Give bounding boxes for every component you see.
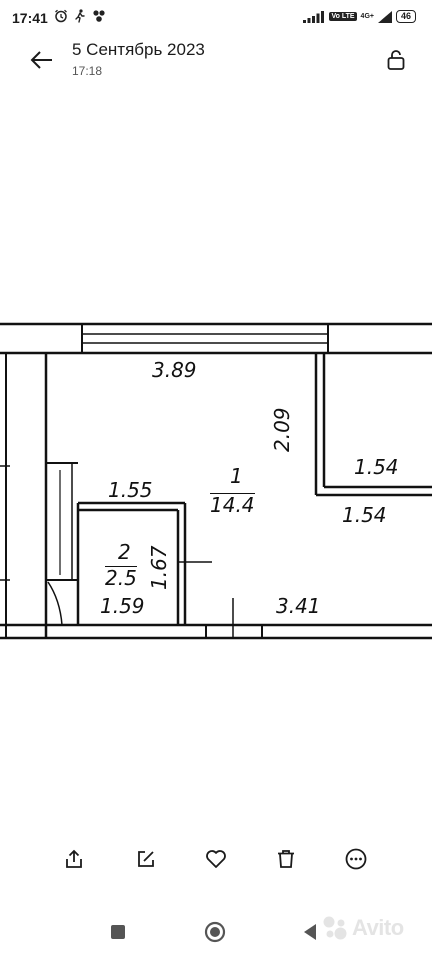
network-label: 4G+: [360, 13, 374, 20]
bottom-toolbar: [0, 836, 432, 882]
room1-area: 14.4: [210, 493, 255, 517]
dim-bottom-width: 3.41: [276, 594, 321, 618]
dim-closet-bottom: 1.54: [342, 503, 387, 527]
share-button[interactable]: [59, 844, 89, 874]
lock-button[interactable]: [382, 46, 410, 74]
dim-right-height: 2.09: [270, 407, 294, 452]
dim-closet-top: 1.54: [354, 455, 399, 479]
dim-bath-top: 1.55: [108, 478, 153, 502]
status-right: Vo LTE 4G+ 46: [303, 10, 416, 23]
dim-bath-bottom: 1.59: [100, 594, 145, 618]
back-nav-button[interactable]: [298, 920, 322, 944]
triangle-back-icon: [304, 924, 316, 940]
share-icon: [66, 849, 82, 868]
floor-plan-image[interactable]: 3.89 2.09 1.54 1.54 1.55 1 14.4 2 2.5 1.…: [0, 88, 432, 826]
watermark-text: Avito: [352, 915, 404, 940]
status-left-icons: [54, 9, 106, 23]
battery-indicator: 46: [395, 10, 416, 23]
unlock-icon: [387, 50, 405, 70]
home-circle-icon: [204, 921, 226, 943]
room2-area: 2.5: [105, 566, 137, 590]
room1-number: 1: [230, 464, 243, 488]
trash-icon: [278, 850, 294, 868]
home-button[interactable]: [203, 920, 227, 944]
header: 5 Сентябрь 2023 17:18: [0, 36, 432, 88]
status-bar: 17:41 Vo LTE 4G+ 46: [0, 0, 432, 36]
dim-top-width: 3.89: [152, 358, 197, 382]
signal-icon-2: [377, 10, 392, 23]
walking-icon: [75, 9, 85, 23]
arrow-left-icon: [30, 51, 52, 69]
recents-button[interactable]: [106, 920, 130, 944]
edit-button[interactable]: [131, 844, 161, 874]
page-title: 5 Сентябрь 2023: [72, 40, 205, 59]
signal-icon: [303, 10, 325, 23]
avito-watermark: Avito: [322, 915, 404, 941]
favorite-button[interactable]: [201, 844, 231, 874]
edit-icon: [138, 851, 154, 867]
volte-label: Vo LTE: [329, 12, 357, 21]
alarm-icon: [55, 9, 67, 23]
page-subtitle: 17:18: [72, 64, 103, 78]
apps-cluster-icon: [93, 10, 105, 22]
square-icon: [111, 925, 125, 939]
status-time: 17:41: [12, 10, 48, 26]
delete-button[interactable]: [271, 844, 301, 874]
more-icon: [345, 848, 367, 870]
more-button[interactable]: [341, 844, 371, 874]
dim-bath-height: 1.67: [147, 545, 171, 590]
avito-logo-icon: [323, 916, 347, 940]
back-button[interactable]: [26, 44, 58, 76]
room2-number: 2: [118, 540, 131, 564]
heart-icon: [206, 850, 226, 868]
image-viewer[interactable]: 3.89 2.09 1.54 1.54 1.55 1 14.4 2 2.5 1.…: [0, 88, 432, 826]
